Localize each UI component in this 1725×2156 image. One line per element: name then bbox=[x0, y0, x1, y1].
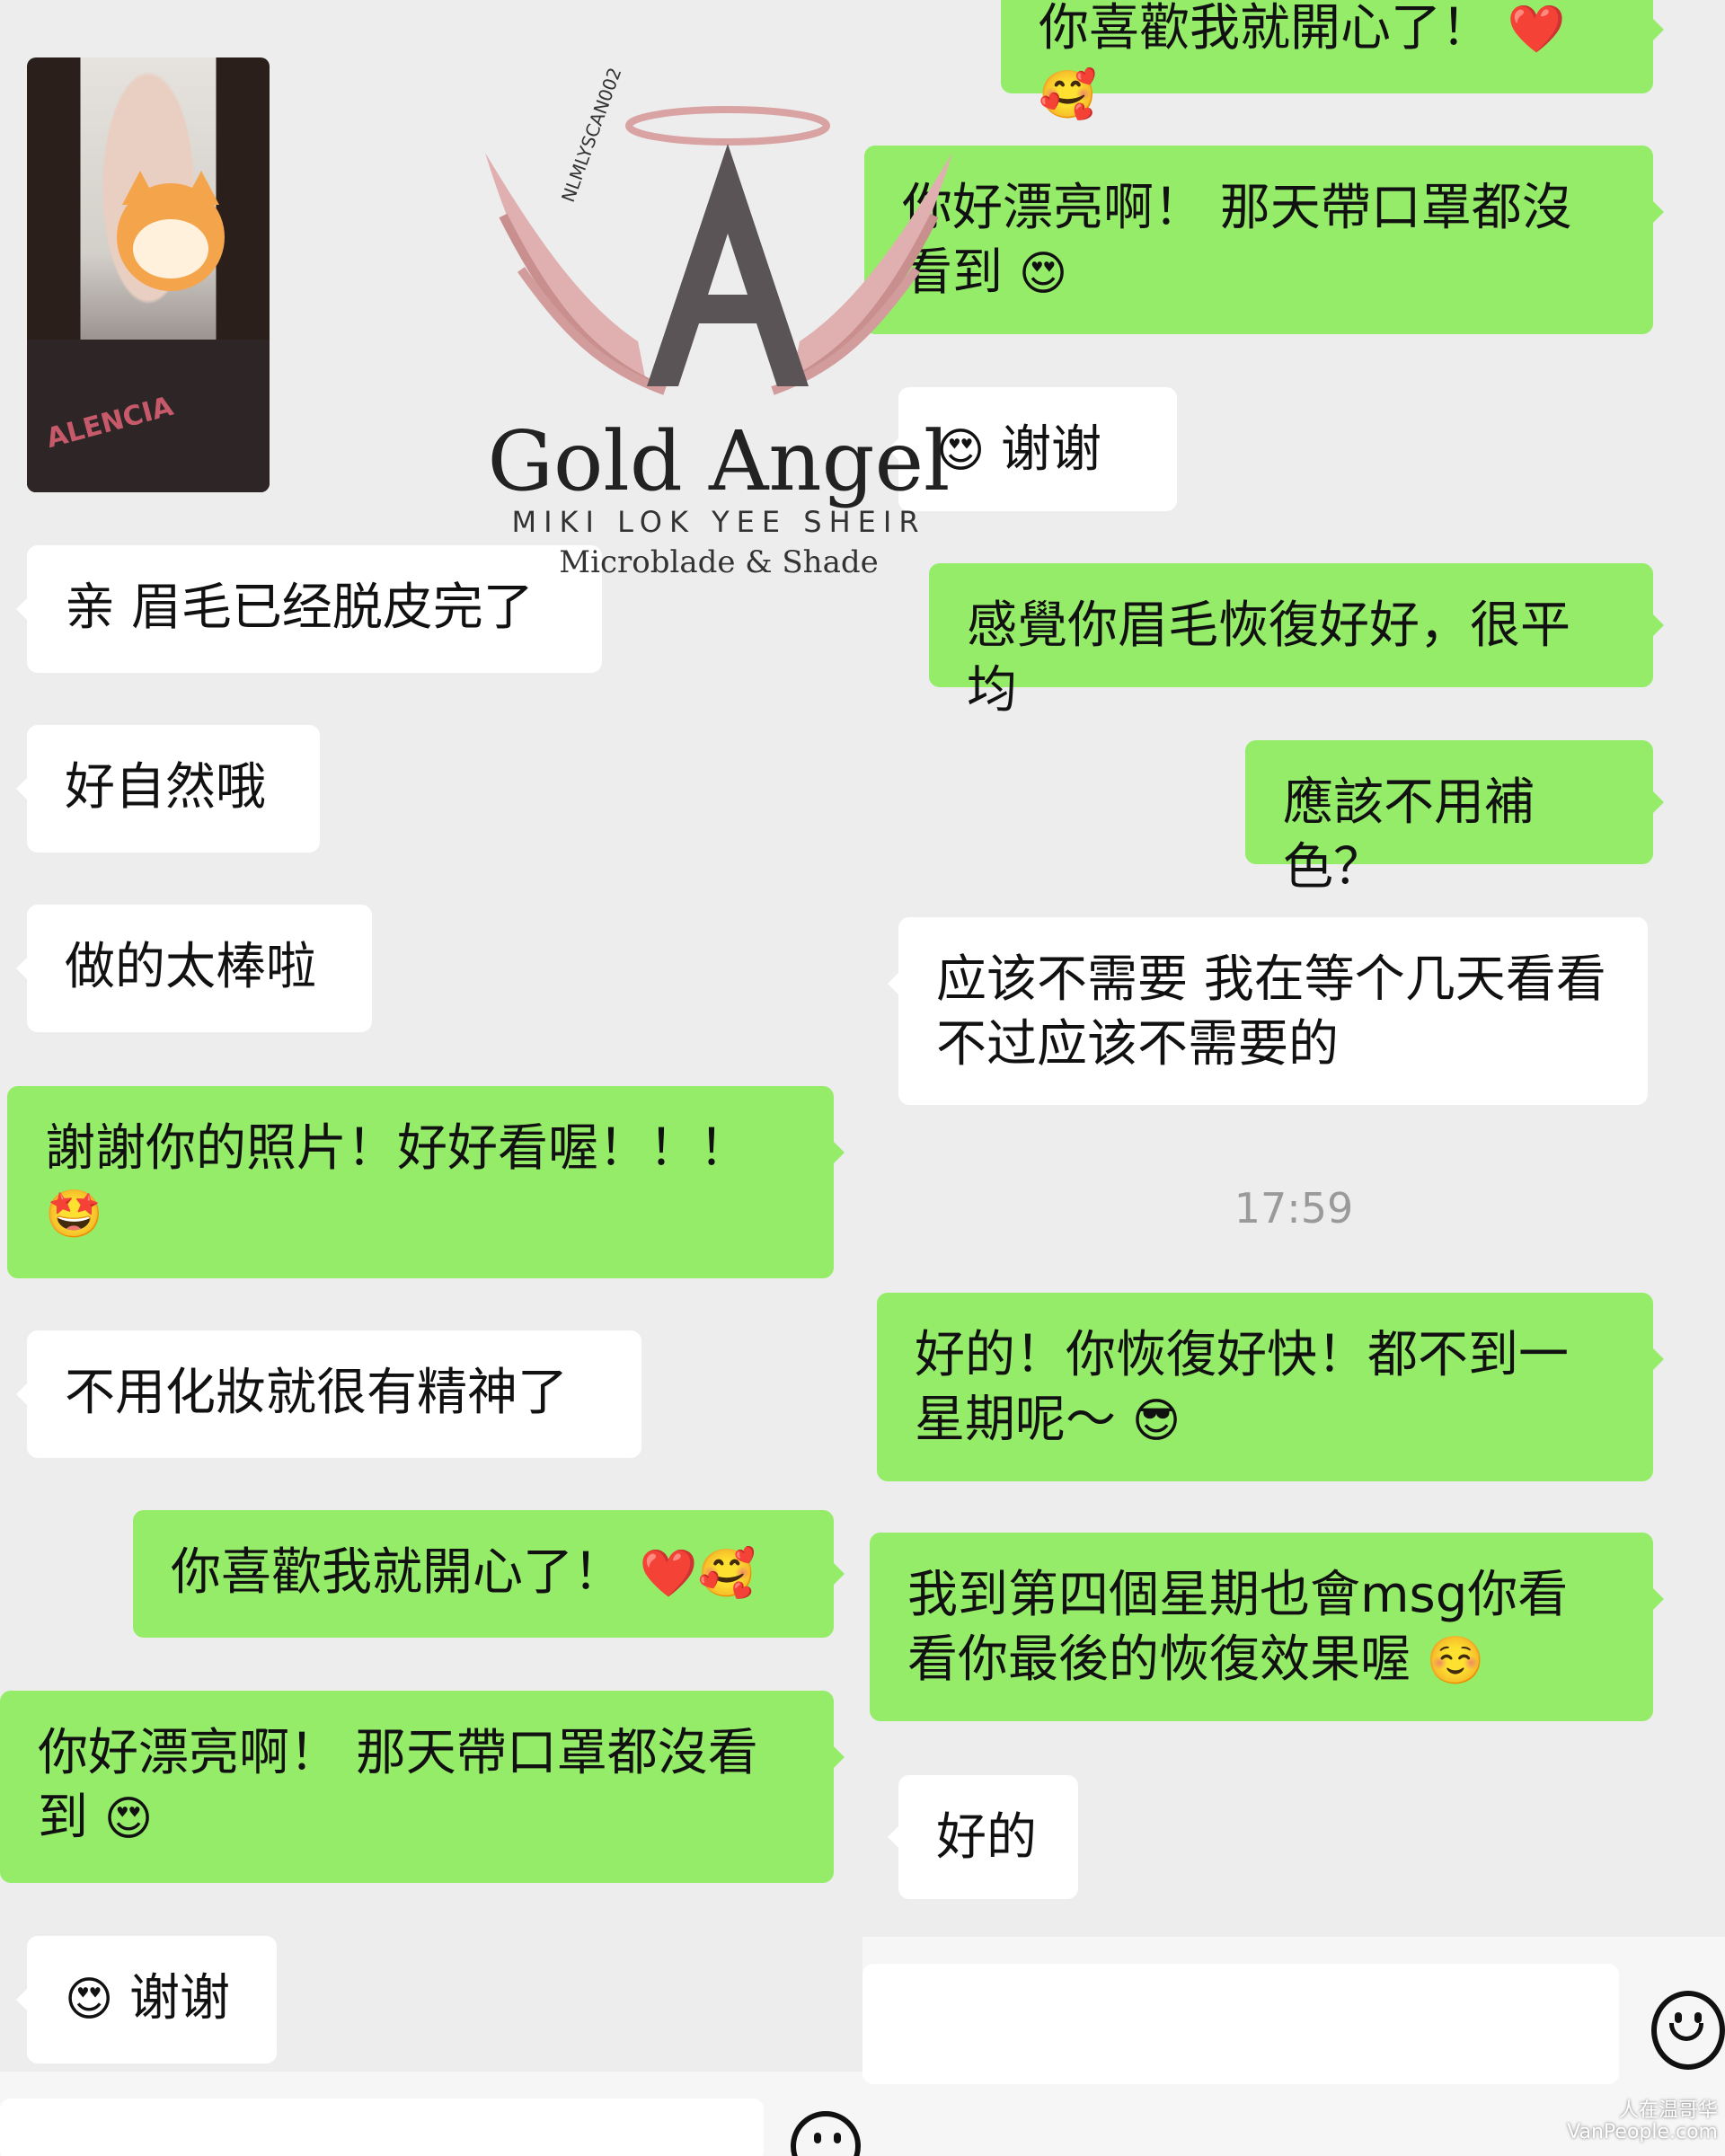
message-timestamp: 17:59 bbox=[1234, 1184, 1354, 1233]
message-text: 你喜歡我就開心了！ bbox=[171, 1543, 624, 1602]
chat-pane-left: ALENCIA 亲 眉毛已经脱皮完了 好自然哦 做的太棒啦 謝謝你的照片！好好看… bbox=[0, 0, 862, 2156]
message-text: 好的！你恢復好快！都不到一星期呢～ bbox=[915, 1326, 1569, 1449]
message-bubble-outgoing[interactable]: 你好漂亮啊！ 那天帶口罩都沒看到 😍 bbox=[0, 1691, 845, 1883]
chat-pane-right: 你喜歡我就開心了！ ❤️🥰 你好漂亮啊！ 那天帶口罩都沒看到 😍 😍 谢谢 感覺… bbox=[862, 0, 1725, 2156]
sweater-print: ALENCIA bbox=[42, 390, 177, 455]
message-text: 谢谢 bbox=[129, 1969, 231, 2028]
heart-eyes-emoji-icon: 😍 bbox=[1018, 247, 1068, 301]
site-watermark-line2: VanPeople.com bbox=[1567, 2121, 1718, 2143]
message-bubble-incoming[interactable]: 不用化妝就很有精神了 bbox=[16, 1330, 641, 1458]
message-text: 亲 眉毛已经脱皮完了 bbox=[65, 579, 534, 637]
message-text: 應該不用補色？ bbox=[1283, 773, 1535, 897]
shiba-face bbox=[133, 219, 208, 278]
message-bubble-outgoing[interactable]: 我到第四個星期也會msg你看看你最後的恢復效果喔 ☺️ bbox=[870, 1533, 1664, 1721]
message-bubble-outgoing[interactable]: 你喜歡我就開心了！ ❤️🥰 bbox=[1001, 0, 1664, 122]
emoji-eye bbox=[834, 2133, 841, 2143]
message-input[interactable] bbox=[0, 2099, 764, 2156]
message-text: 好的 bbox=[936, 1808, 1037, 1867]
site-watermark: 人在温哥华 VanPeople.com bbox=[1567, 2100, 1718, 2143]
message-bubble-outgoing[interactable]: 應該不用補色？ bbox=[1245, 740, 1664, 897]
emoji-eye bbox=[1694, 2012, 1702, 2023]
emoji-eye bbox=[814, 2133, 821, 2143]
sunglasses-emoji-icon: 😎 bbox=[1131, 1394, 1181, 1448]
emoji-eye bbox=[1675, 2012, 1682, 2023]
message-bubble-incoming[interactable]: 😍 谢谢 bbox=[16, 1936, 277, 2063]
message-bubble-outgoing[interactable]: 感覺你眉毛恢復好好，很平均 bbox=[929, 563, 1664, 720]
photo-message[interactable]: ALENCIA bbox=[27, 57, 270, 492]
shiba-sticker-icon bbox=[117, 171, 225, 291]
message-bubble-incoming[interactable]: 做的太棒啦 bbox=[16, 905, 372, 1032]
message-bubble-outgoing[interactable]: 謝謝你的照片！好好看喔！！！ 🤩 bbox=[7, 1086, 845, 1278]
message-bubble-incoming[interactable]: 亲 眉毛已经脱皮完了 bbox=[16, 545, 602, 673]
message-bubble-outgoing[interactable]: 你好漂亮啊！ 那天帶口罩都沒看到 😍 bbox=[864, 146, 1664, 334]
input-bar bbox=[0, 2072, 862, 2156]
message-text: 应该不需要 我在等个几天看看 不过应该不需要的 bbox=[936, 950, 1606, 1074]
message-bubble-incoming[interactable]: 😍 谢谢 bbox=[888, 387, 1177, 511]
emoji-button-icon[interactable] bbox=[1651, 1991, 1725, 2070]
message-text: 你喜歡我就開心了！ bbox=[1039, 0, 1491, 57]
heart-smiling-emoji-icon: ❤️🥰 bbox=[639, 1547, 756, 1601]
message-text: 不用化妝就很有精神了 bbox=[65, 1364, 568, 1422]
smiling-emoji-icon: ☺️ bbox=[1426, 1634, 1485, 1688]
heart-eyes-emoji-icon: 😍 bbox=[65, 1973, 114, 2027]
message-text: 做的太棒啦 bbox=[65, 938, 316, 996]
message-bubble-incoming[interactable]: 好自然哦 bbox=[16, 725, 320, 853]
shiba-ear bbox=[183, 171, 219, 205]
site-watermark-line1: 人在温哥华 bbox=[1618, 2099, 1718, 2122]
message-text: 你好漂亮啊！ 那天帶口罩都沒看到 bbox=[902, 179, 1572, 302]
message-text: 感覺你眉毛恢復好好，很平均 bbox=[967, 596, 1570, 720]
message-bubble-incoming[interactable]: 应该不需要 我在等个几天看看 不过应该不需要的 bbox=[888, 917, 1648, 1105]
heart-eyes-emoji-icon: 😍 bbox=[936, 424, 986, 478]
message-text: 谢谢 bbox=[1001, 420, 1102, 479]
message-text: 謝謝你的照片！好好看喔！！！ bbox=[45, 1119, 749, 1178]
shiba-ear bbox=[122, 171, 158, 205]
heart-eyes-emoji-icon: 😍 bbox=[103, 1792, 154, 1846]
message-text: 好自然哦 bbox=[65, 758, 266, 817]
message-input[interactable] bbox=[862, 1964, 1619, 2084]
emoji-button-icon[interactable] bbox=[791, 2111, 861, 2156]
message-bubble-outgoing[interactable]: 好的！你恢復好快！都不到一星期呢～ 😎 bbox=[877, 1293, 1664, 1481]
star-struck-emoji-icon: 🤩 bbox=[45, 1188, 103, 1241]
message-bubble-incoming[interactable]: 好的 bbox=[888, 1775, 1078, 1899]
photo-sweater: ALENCIA bbox=[27, 340, 270, 492]
message-bubble-outgoing[interactable]: 你喜歡我就開心了！ ❤️🥰 bbox=[133, 1510, 845, 1638]
emoji-mouth bbox=[1669, 2023, 1703, 2041]
